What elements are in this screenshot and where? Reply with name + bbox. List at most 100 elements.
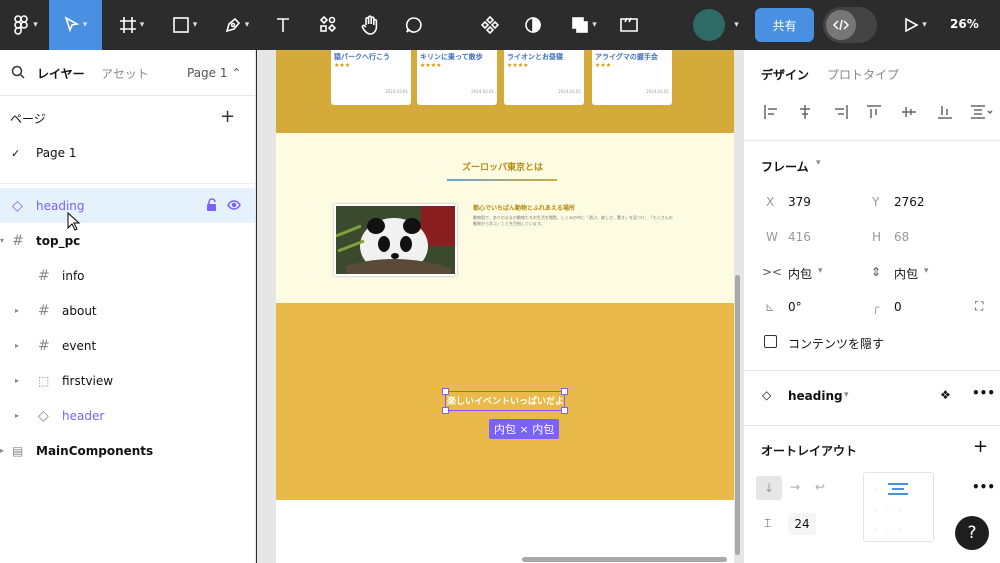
distribute-icon[interactable] <box>970 104 994 120</box>
chevron-down-icon[interactable]: ▾ <box>816 158 821 168</box>
frame-icon: # <box>38 337 50 354</box>
hug-vertical-select[interactable]: 内包 <box>894 265 918 282</box>
contrast-button[interactable] <box>518 0 548 50</box>
align-center-v-icon[interactable] <box>901 104 917 120</box>
page-item-page-1[interactable]: ✓ Page 1 <box>0 138 255 168</box>
gap-input[interactable]: 24 <box>788 513 816 535</box>
add-page-button[interactable]: + <box>220 106 235 127</box>
chevron-down-icon[interactable]: ▾ <box>818 266 823 276</box>
shape-tool-button[interactable]: ▾ <box>162 0 207 50</box>
hug-vertical-icon: ⇕ <box>871 265 882 279</box>
layer-info[interactable]: # info <box>0 258 255 293</box>
about-heading: 都心でいちばん動物とふれあえる場所 <box>473 205 575 212</box>
tab-assets[interactable]: アセット <box>101 65 149 82</box>
resize-handle[interactable] <box>442 388 449 395</box>
resize-handle[interactable] <box>442 407 449 414</box>
chevron-down-icon[interactable]: ▾ <box>924 266 929 276</box>
hand-tool-button[interactable] <box>355 0 385 50</box>
frame-tool-button[interactable]: ▾ <box>109 0 154 50</box>
divider <box>0 183 255 184</box>
help-button[interactable]: ? <box>955 516 989 550</box>
card[interactable]: 猿パークへ行こう ★★★ 2024.03.01 <box>331 50 411 105</box>
selection-box[interactable] <box>445 391 565 411</box>
frame-section-label[interactable]: フレーム <box>761 158 809 175</box>
chevron-down-icon[interactable]: ▾ <box>844 390 849 400</box>
resources-button[interactable] <box>313 0 343 50</box>
layer-event[interactable]: ▸ # event <box>0 328 255 363</box>
eye-icon[interactable] <box>227 199 241 214</box>
w-label: W <box>766 230 778 244</box>
instance-name[interactable]: heading <box>788 389 843 403</box>
align-bottom-icon[interactable] <box>937 104 953 120</box>
card-title: ライオンとお昼寝 <box>507 53 563 61</box>
pen-tool-button[interactable]: ▾ <box>214 0 259 50</box>
components-button[interactable] <box>475 0 505 50</box>
components-icon <box>319 16 337 33</box>
zoom-level[interactable]: 26% <box>950 17 979 31</box>
present-button[interactable]: ▾ <box>895 0 935 50</box>
clip-content-checkbox[interactable] <box>764 335 777 348</box>
tab-prototype[interactable]: プロトタイプ <box>827 66 899 83</box>
hug-horizontal-select[interactable]: 内包 <box>788 265 812 282</box>
more-options-icon[interactable]: ••• <box>972 386 995 400</box>
layer-heading[interactable]: ◇ heading <box>0 188 255 223</box>
pages-heading: ページ <box>10 112 46 126</box>
align-right-icon[interactable] <box>833 104 849 120</box>
dev-mode-toggle[interactable] <box>823 7 877 43</box>
layer-label: info <box>62 268 85 283</box>
layer-firstview[interactable]: ▸ ⬚ firstview <box>0 363 255 398</box>
w-input[interactable]: 416 <box>788 230 811 244</box>
text-icon <box>277 18 289 32</box>
rotation-input[interactable]: 0° <box>788 300 802 314</box>
alignment-grid[interactable]: · · · · · · · · <box>863 472 934 542</box>
page-selector[interactable]: Page 1 ⌃ <box>187 66 241 80</box>
crop-button[interactable] <box>614 0 644 50</box>
layer-header[interactable]: ▸ ◇ header <box>0 398 255 433</box>
tab-layers[interactable]: レイヤー <box>37 65 85 82</box>
y-label: Y <box>872 195 880 209</box>
resize-handle[interactable] <box>561 407 568 414</box>
direction-horizontal-icon[interactable]: → <box>790 480 800 494</box>
top-pc-frame[interactable]: 猿パークへ行こう ★★★ 2024.03.01 キリンに乗って散歩 ★★★★ 2… <box>276 50 734 563</box>
avatar[interactable] <box>693 9 725 41</box>
canvas[interactable]: 猿パークへ行こう ★★★ 2024.03.01 キリンに乗って散歩 ★★★★ 2… <box>257 50 743 563</box>
go-to-main-component-icon[interactable]: ❖ <box>940 388 951 402</box>
info-section: 猿パークへ行こう ★★★ 2024.03.01 キリンに乗って散歩 ★★★★ 2… <box>276 50 734 133</box>
comment-tool-button[interactable] <box>399 0 429 50</box>
direction-vertical-icon[interactable]: ↓ <box>756 476 782 500</box>
layer-label: about <box>62 303 97 318</box>
tab-design[interactable]: デザイン <box>761 66 809 83</box>
add-auto-layout-button[interactable]: + <box>973 436 988 457</box>
card[interactable]: アライグマの握手会 ★★★ 2024.03.01 <box>592 50 672 105</box>
search-icon[interactable] <box>11 65 25 79</box>
y-input[interactable]: 2762 <box>894 195 925 209</box>
card-title: 猿パークへ行こう <box>334 53 390 61</box>
horizontal-scrollbar[interactable] <box>522 557 727 562</box>
layer-about[interactable]: ▸ # about <box>0 293 255 328</box>
auto-layout-more-icon[interactable]: ••• <box>972 480 995 494</box>
align-left-icon[interactable] <box>763 104 779 120</box>
direction-wrap-icon[interactable]: ↩ <box>815 480 825 494</box>
layer-label: header <box>62 408 105 423</box>
text-tool-button[interactable] <box>268 0 298 50</box>
x-input[interactable]: 379 <box>788 195 811 209</box>
boolean-button[interactable]: ▾ <box>564 0 604 50</box>
h-input[interactable]: 68 <box>894 230 909 244</box>
avatar-chevron-icon[interactable]: ▾ <box>726 0 744 50</box>
main-menu-button[interactable]: ▾ <box>4 0 46 50</box>
share-button[interactable]: 共有 <box>755 8 814 42</box>
card-stars: ★★★ <box>334 62 351 69</box>
card[interactable]: キリンに乗って散歩 ★★★★ 2024.03.01 <box>417 50 497 105</box>
align-top-icon[interactable] <box>866 104 882 120</box>
layer-main-components[interactable]: ▸ ▤ MainComponents <box>0 433 255 468</box>
hug-horizontal-icon: >< <box>762 265 783 279</box>
card[interactable]: ライオンとお昼寝 ★★★★ 2024.03.01 <box>504 50 584 105</box>
unlock-icon[interactable] <box>206 198 218 214</box>
layer-top-pc[interactable]: ▾ # top_pc <box>0 223 255 258</box>
resize-handle[interactable] <box>561 388 568 395</box>
align-center-h-icon[interactable] <box>797 104 813 120</box>
corner-radius-input[interactable]: 0 <box>894 300 902 314</box>
independent-corners-icon[interactable]: ⛶ <box>975 299 983 314</box>
vertical-scrollbar[interactable] <box>735 275 740 555</box>
move-tool-button[interactable]: ▾ <box>49 0 102 50</box>
